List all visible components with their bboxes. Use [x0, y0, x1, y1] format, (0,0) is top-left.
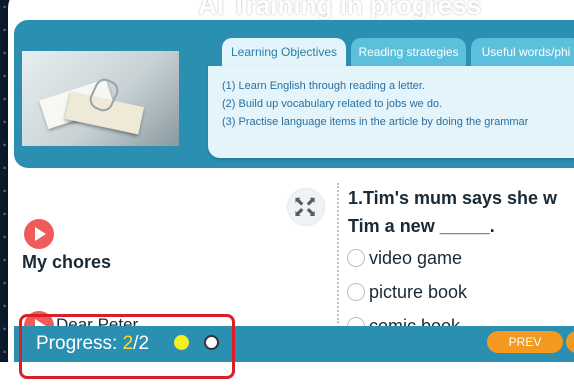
back-tab[interactable] — [20, 0, 56, 14]
radio-button[interactable] — [347, 249, 365, 267]
play-audio-button[interactable] — [24, 219, 54, 249]
answer-option[interactable]: video game — [347, 248, 462, 272]
tab-learning-objectives[interactable]: Learning Objectives — [222, 38, 346, 66]
page-title: AI Training in progress — [198, 0, 482, 20]
objective-item: (3) Practise language items in the artic… — [222, 116, 529, 128]
expand-button[interactable]: ⬉⬈ ⬋⬊ — [288, 189, 324, 225]
tab-reading-strategies[interactable]: Reading strategies — [351, 38, 466, 66]
prev-button[interactable]: PREV — [487, 331, 563, 353]
question-line-1: 1.Tim's mum says she w — [348, 188, 558, 208]
objective-item: (1) Learn English through reading a lett… — [222, 80, 426, 92]
expand-icon: ⬉⬈ ⬋⬊ — [293, 194, 319, 219]
highlight-box — [19, 314, 235, 379]
passage-title: My chores — [22, 252, 112, 272]
lesson-thumbnail — [22, 51, 179, 146]
tab-useful-words[interactable]: Useful words/phi — [471, 38, 574, 66]
radio-button[interactable] — [347, 283, 365, 301]
pane-divider[interactable] — [337, 183, 339, 323]
objective-item: (2) Build up vocabulary related to jobs … — [222, 98, 443, 110]
question-line-2: Tim a new _____. — [348, 216, 495, 236]
app-frame: AI Training in progress Learning Objecti… — [0, 0, 574, 385]
option-label: picture book — [369, 282, 468, 302]
objectives-content: (1) Learn English through reading a lett… — [208, 66, 574, 158]
option-label: video game — [369, 248, 463, 268]
question-text: 1.Tim's mum says she w Tim a new _____. — [348, 184, 557, 240]
answer-option[interactable]: picture book — [347, 282, 467, 306]
